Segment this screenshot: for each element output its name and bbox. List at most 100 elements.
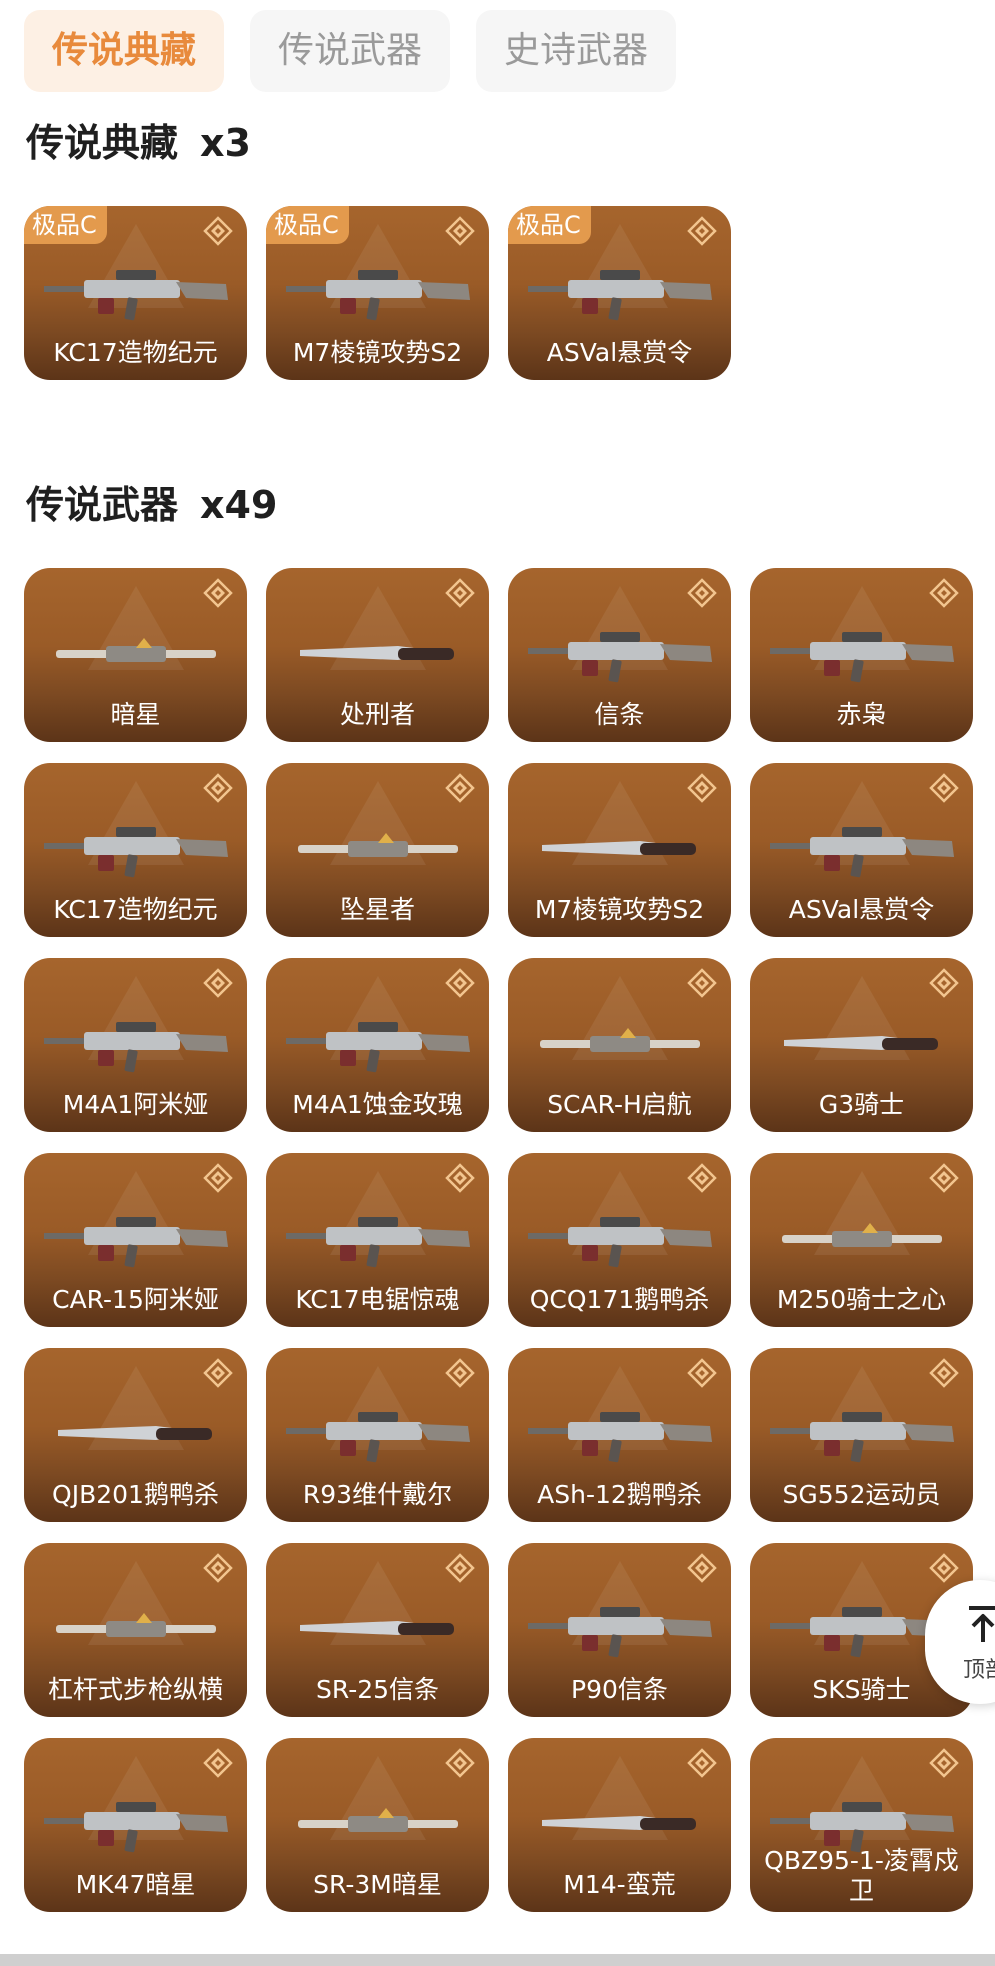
section-title-legendary: 传说武器 x49 — [26, 474, 277, 529]
section-count: x3 — [200, 121, 251, 165]
weapon-card[interactable]: 极品C KC17造物纪元 — [24, 206, 247, 380]
collection-grid: 极品C KC17造物纪元 极品C M7棱镜攻势S2 极品C ASVal悬赏令 — [24, 206, 973, 380]
weapon-card[interactable]: KC17造物纪元 — [24, 763, 247, 937]
weapon-image — [528, 1412, 712, 1463]
weapon-image — [770, 1412, 954, 1463]
weapon-card[interactable]: ASVal悬赏令 — [750, 763, 973, 937]
weapon-card[interactable]: 极品C M7棱镜攻势S2 — [266, 206, 489, 380]
weapon-image — [540, 1028, 700, 1052]
rarity-diamond-icon — [929, 578, 959, 608]
weapon-name: ASh-12鹅鸭杀 — [537, 1480, 702, 1509]
weapon-card[interactable]: CAR-15阿米娅 — [24, 1153, 247, 1327]
weapon-image — [528, 270, 712, 321]
rarity-diamond-icon — [445, 216, 475, 246]
weapon-name: M7棱镜攻势S2 — [292, 338, 463, 367]
weapon-card[interactable]: M14-蛮荒 — [508, 1738, 731, 1912]
tab-legendary-weapons[interactable]: 传说武器 — [250, 10, 451, 92]
rarity-diamond-icon — [203, 578, 233, 608]
weapon-image — [528, 1217, 712, 1268]
weapon-card[interactable]: 杠杆式步枪纵横 — [24, 1543, 247, 1717]
weapon-card[interactable]: QCQ171鹅鸭杀 — [508, 1153, 731, 1327]
weapon-image — [286, 270, 470, 321]
weapon-image — [286, 1412, 470, 1463]
weapon-name: ASVal悬赏令 — [788, 895, 935, 924]
weapon-image — [298, 833, 458, 857]
rarity-diamond-icon — [203, 1553, 233, 1583]
weapon-name: 处刑者 — [339, 700, 415, 729]
rarity-diamond-icon — [203, 1748, 233, 1778]
weapon-card[interactable]: SR-3M暗星 — [266, 1738, 489, 1912]
weapon-card[interactable]: QBZ95-1-凌霄戍卫 — [750, 1738, 973, 1912]
rarity-diamond-icon — [687, 1163, 717, 1193]
weapon-card[interactable]: 处刑者 — [266, 568, 489, 742]
weapon-card[interactable]: M7棱镜攻势S2 — [508, 763, 731, 937]
weapon-card[interactable]: KC17电锯惊魂 — [266, 1153, 489, 1327]
weapon-card[interactable]: 极品C ASVal悬赏令 — [508, 206, 731, 380]
rarity-diamond-icon — [445, 773, 475, 803]
weapon-name: SG552运动员 — [782, 1480, 941, 1509]
weapon-card[interactable]: G3骑士 — [750, 958, 973, 1132]
weapon-name: M4A1蚀金玫瑰 — [292, 1090, 463, 1119]
weapon-image — [782, 1223, 942, 1247]
weapon-image — [528, 632, 712, 683]
weapon-card[interactable]: R93维什戴尔 — [266, 1348, 489, 1522]
weapon-name: 杠杆式步枪纵横 — [47, 1675, 223, 1704]
rarity-diamond-icon — [445, 1748, 475, 1778]
weapon-name: QBZ95-1-凌霄戍卫 — [764, 1846, 959, 1905]
weapon-image — [542, 841, 696, 855]
weapon-image — [44, 270, 228, 321]
weapon-card[interactable]: P90信条 — [508, 1543, 731, 1717]
weapon-name: G3骑士 — [818, 1090, 905, 1119]
weapon-name: MK47暗星 — [75, 1870, 196, 1899]
weapon-name: M14-蛮荒 — [563, 1870, 676, 1899]
back-to-top-label: 顶部 — [963, 1658, 995, 1683]
rarity-diamond-icon — [203, 1163, 233, 1193]
rarity-diamond-icon — [203, 968, 233, 998]
weapon-name: M250骑士之心 — [776, 1285, 947, 1314]
weapon-card[interactable]: SCAR-H启航 — [508, 958, 731, 1132]
weapon-name: 赤枭 — [836, 700, 887, 729]
category-tabs: 传说典藏 传说武器 史诗武器 — [24, 10, 677, 92]
weapon-card[interactable]: 坠星者 — [266, 763, 489, 937]
tab-legendary-collection[interactable]: 传说典藏 — [24, 10, 225, 92]
rarity-diamond-icon — [203, 216, 233, 246]
weapon-name: M7棱镜攻势S2 — [534, 895, 705, 924]
quality-badge: 极品C — [266, 206, 349, 244]
weapon-card[interactable]: M4A1阿米娅 — [24, 958, 247, 1132]
weapon-image — [298, 1808, 458, 1832]
tab-epic-weapons[interactable]: 史诗武器 — [476, 10, 677, 92]
rarity-diamond-icon — [687, 216, 717, 246]
weapon-card[interactable]: 暗星 — [24, 568, 247, 742]
weapon-card[interactable]: SG552运动员 — [750, 1348, 973, 1522]
weapon-image — [542, 1816, 696, 1830]
weapon-image — [44, 1802, 228, 1853]
weapon-card[interactable]: 信条 — [508, 568, 731, 742]
weapon-image — [286, 1217, 470, 1268]
weapon-name: ASVal悬赏令 — [546, 338, 693, 367]
rarity-diamond-icon — [445, 1163, 475, 1193]
rarity-diamond-icon — [445, 968, 475, 998]
legendary-grid: 暗星 处刑者 信条 赤枭 KC17造物纪元 坠星者 M7棱镜攻势S2 ASVal悬赏令 M4A1… — [24, 568, 973, 1912]
weapon-image — [300, 646, 454, 660]
section-title-collection: 传说典藏 x3 — [26, 112, 251, 167]
rarity-diamond-icon — [687, 968, 717, 998]
weapon-image — [56, 638, 216, 662]
rarity-diamond-icon — [445, 578, 475, 608]
weapon-card[interactable]: M4A1蚀金玫瑰 — [266, 958, 489, 1132]
weapon-card[interactable]: MK47暗星 — [24, 1738, 247, 1912]
weapon-name: 暗星 — [110, 700, 161, 729]
weapon-image — [44, 1022, 228, 1073]
weapon-name: 坠星者 — [339, 895, 415, 924]
weapon-card[interactable]: M250骑士之心 — [750, 1153, 973, 1327]
quality-badge: 极品C — [24, 206, 107, 244]
weapon-card[interactable]: QJB201鹅鸭杀 — [24, 1348, 247, 1522]
weapon-card[interactable]: 赤枭 — [750, 568, 973, 742]
weapon-name: 信条 — [594, 700, 645, 729]
weapon-image — [784, 1036, 938, 1050]
weapon-name: QJB201鹅鸭杀 — [52, 1480, 219, 1509]
weapon-name: P90信条 — [571, 1675, 668, 1704]
weapon-name: KC17造物纪元 — [53, 338, 218, 367]
weapon-card[interactable]: ASh-12鹅鸭杀 — [508, 1348, 731, 1522]
weapon-image — [44, 1217, 228, 1268]
weapon-card[interactable]: SR-25信条 — [266, 1543, 489, 1717]
